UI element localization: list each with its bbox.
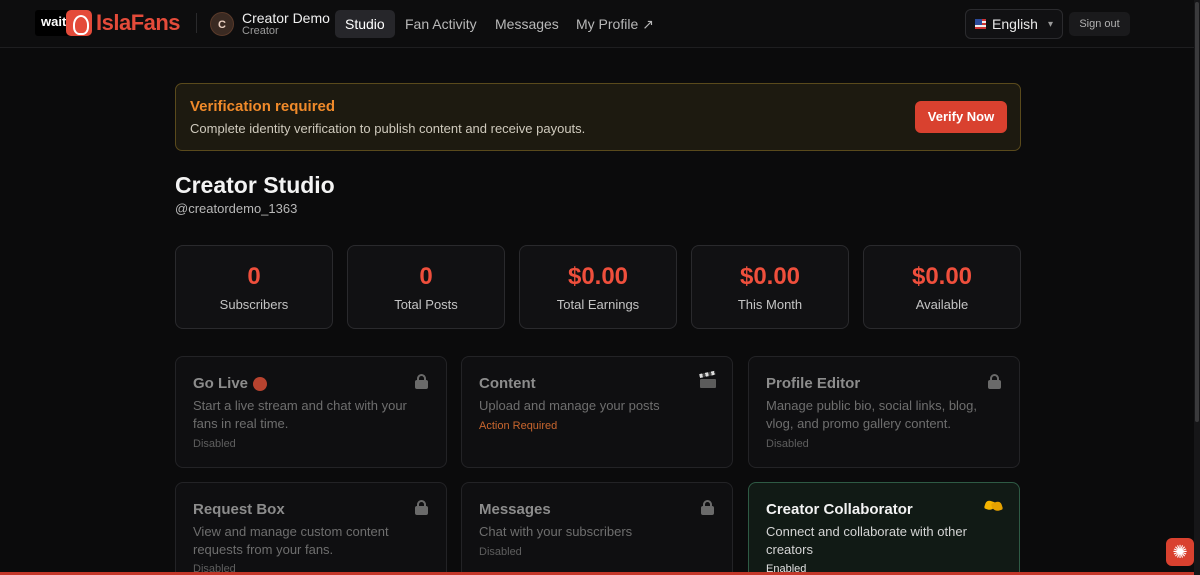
- nav-fan-activity[interactable]: Fan Activity: [395, 10, 487, 38]
- nav-studio[interactable]: Studio: [335, 10, 395, 38]
- stat-label: Total Earnings: [556, 297, 640, 312]
- avatar[interactable]: C: [210, 12, 234, 36]
- lock-icon: [988, 374, 1001, 389]
- live-icon: [253, 376, 268, 391]
- page-title: Creator Studio: [175, 172, 335, 198]
- verify-now-button[interactable]: Verify Now: [915, 101, 1007, 133]
- stat-value: $0.00: [911, 263, 973, 290]
- scrollbar-thumb[interactable]: [1195, 2, 1199, 422]
- card-profile-editor[interactable]: Profile Editor Manage public bio, social…: [748, 356, 1020, 468]
- sign-out-button[interactable]: Sign out: [1069, 12, 1130, 36]
- card-description: Start a live stream and chat with your f…: [193, 398, 407, 431]
- stat-label: Available: [915, 297, 969, 312]
- card-title: Content: [479, 375, 536, 392]
- nav-my-profile[interactable]: My Profile ↗: [566, 10, 664, 38]
- brand-logo[interactable]: IslaFans: [66, 10, 181, 36]
- assistant-button[interactable]: ✺: [1166, 538, 1194, 566]
- nav-messages[interactable]: Messages: [485, 10, 569, 38]
- stat-label: This Month: [737, 297, 803, 312]
- card-title-text: Go Live: [193, 375, 249, 392]
- card-title: Request Box: [193, 501, 285, 518]
- card-go-live[interactable]: Go Live Start a live stream and chat wit…: [175, 356, 447, 468]
- banner-title: Verification required: [190, 98, 336, 115]
- card-description: Manage public bio, social links, blog, v…: [766, 398, 978, 431]
- stat-total-posts: 0 Total Posts: [347, 245, 505, 329]
- card-messages[interactable]: Messages Chat with your subscribers Disa…: [461, 482, 733, 575]
- card-description: View and manage custom content requests …: [193, 524, 389, 557]
- stat-total-earnings: $0.00 Total Earnings: [519, 245, 677, 329]
- language-select[interactable]: English ▾: [965, 9, 1063, 39]
- stat-subscribers: 0 Subscribers: [175, 245, 333, 329]
- card-status: Action Required: [479, 420, 558, 432]
- verification-banner: Verification required Complete identity …: [175, 83, 1021, 151]
- card-title: Messages: [479, 501, 551, 518]
- clapperboard-icon: [699, 370, 716, 388]
- top-nav: wait IslaFans C Creator Demo Creator Stu…: [0, 0, 1194, 48]
- card-description: Chat with your subscribers: [479, 524, 633, 539]
- card-description: Connect and collaborate with other creat…: [766, 524, 967, 557]
- sparkle-icon: ✺: [1172, 542, 1188, 562]
- user-name: Creator Demo: [242, 10, 330, 26]
- card-title: Profile Editor: [766, 375, 861, 392]
- banner-text: Complete identity verification to publis…: [190, 121, 586, 136]
- stat-label: Total Posts: [394, 297, 458, 312]
- creator-handle: @creatordemo_1363: [175, 201, 298, 216]
- brand-logo-icon: [66, 10, 92, 36]
- stat-value: 0: [419, 263, 433, 290]
- lock-icon: [701, 500, 714, 515]
- card-status: Disabled: [193, 438, 236, 450]
- handshake-icon: [983, 499, 1004, 513]
- card-creator-collaborator[interactable]: Creator Collaborator Connect and collabo…: [748, 482, 1020, 575]
- card-content[interactable]: Content Upload and manage your posts Act…: [461, 356, 733, 468]
- brand-name: IslaFans: [96, 10, 181, 35]
- lock-icon: [415, 374, 428, 389]
- card-title: Creator Collaborator: [766, 501, 913, 518]
- card-description: Upload and manage your posts: [479, 398, 660, 413]
- user-role: Creator: [242, 25, 279, 37]
- chevron-down-icon: ▾: [1047, 18, 1053, 30]
- us-flag-icon: [975, 19, 987, 29]
- stat-value: $0.00: [567, 263, 629, 290]
- stat-label: Subscribers: [219, 297, 289, 312]
- stat-available: $0.00 Available: [863, 245, 1021, 329]
- stat-this-month: $0.00 This Month: [691, 245, 849, 329]
- stat-value: $0.00: [739, 263, 801, 290]
- stat-value: 0: [247, 263, 261, 290]
- card-title: Go Live: [193, 375, 268, 392]
- lock-icon: [415, 500, 428, 515]
- card-request-box[interactable]: Request Box View and manage custom conte…: [175, 482, 447, 575]
- nav-divider: [196, 13, 197, 33]
- language-label: English: [992, 16, 1038, 32]
- card-status: Disabled: [766, 438, 809, 450]
- card-status: Disabled: [479, 546, 522, 558]
